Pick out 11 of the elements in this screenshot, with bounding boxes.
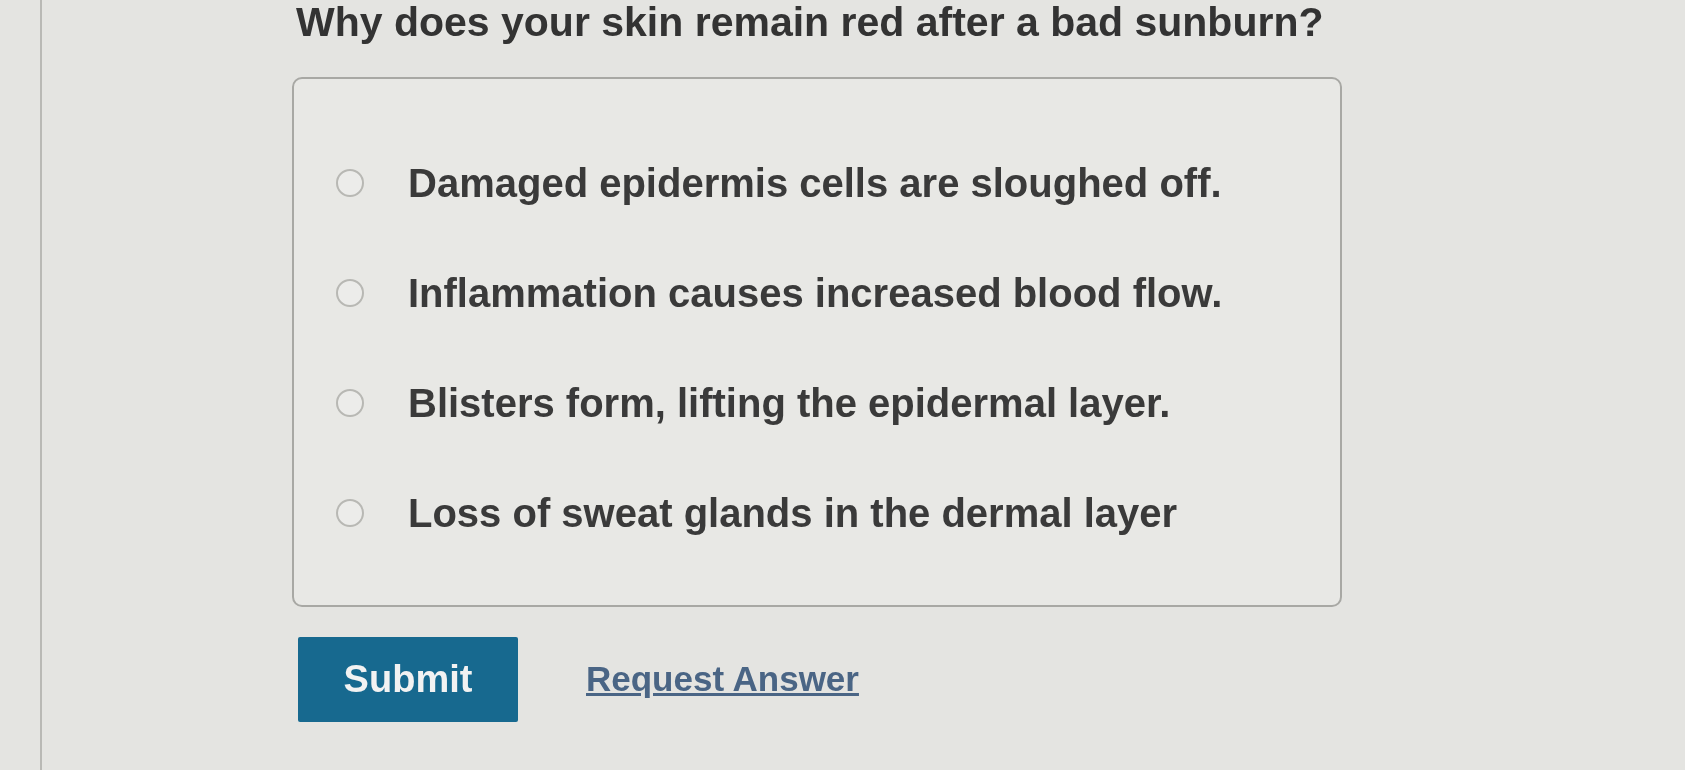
- option-label[interactable]: Inflammation causes increased blood flow.: [408, 271, 1223, 315]
- option-label[interactable]: Damaged epidermis cells are sloughed off.: [408, 161, 1222, 205]
- radio-button[interactable]: [336, 499, 364, 527]
- radio-button[interactable]: [336, 279, 364, 307]
- question-text: Why does your skin remain red after a bad sunburn?: [296, 0, 1325, 44]
- radio-button[interactable]: [336, 389, 364, 417]
- option-label[interactable]: Blisters form, lifting the epidermal layer.: [408, 381, 1171, 425]
- radio-button[interactable]: [336, 169, 364, 197]
- request-answer-link[interactable]: Request Answer: [586, 653, 859, 706]
- option-label[interactable]: Loss of sweat glands in the dermal layer: [408, 491, 1178, 535]
- submit-button[interactable]: Submit: [298, 637, 518, 722]
